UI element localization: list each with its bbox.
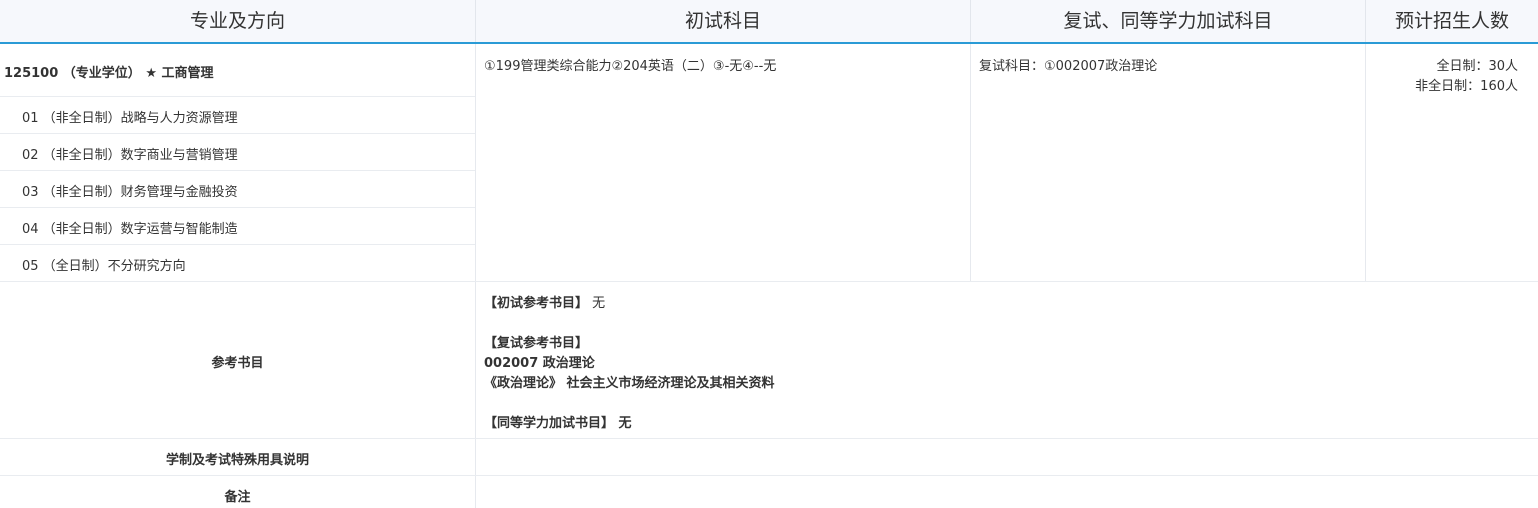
table-header: 专业及方向 初试科目 复试、同等学力加试科目 预计招生人数 xyxy=(0,0,1538,44)
row-divider xyxy=(0,281,1538,282)
enrollment-part-time: 非全日制：160人 xyxy=(1415,79,1518,94)
reference-equiv-value: 无 xyxy=(618,416,632,431)
row-divider xyxy=(0,475,1538,476)
reference-initial-value: 无 xyxy=(592,296,606,311)
direction-item: 02 （非全日制）数字商业与营销管理 xyxy=(22,148,238,163)
reference-re-head: 【复试参考书目】 xyxy=(484,336,589,351)
row-divider xyxy=(0,96,475,97)
program-title: 125100 （专业学位） ★ 工商管理 xyxy=(4,66,214,81)
direction-item: 05 （全日制）不分研究方向 xyxy=(22,259,186,274)
row-divider xyxy=(0,207,475,208)
row-divider xyxy=(0,244,475,245)
reference-re-code: 002007 政治理论 xyxy=(484,356,595,371)
re-exam-subjects: 复试科目：①002007政治理论 xyxy=(979,59,1158,74)
direction-item: 03 （非全日制）财务管理与金融投资 xyxy=(22,185,238,200)
row-divider xyxy=(0,438,1538,439)
row-divider xyxy=(0,170,475,171)
enrollment-full-time: 全日制：30人 xyxy=(1436,59,1518,74)
row-divider xyxy=(0,133,475,134)
header-re-exam: 复试、同等学力加试科目 xyxy=(971,0,1366,42)
initial-subjects: ①199管理类综合能力②204英语（二）③-无④--无 xyxy=(484,59,777,74)
reference-label: 参考书目 xyxy=(211,356,264,371)
schooling-label: 学制及考试特殊用具说明 xyxy=(165,453,309,468)
reference-equiv: 【同等学力加试书目】 无 xyxy=(484,412,632,431)
header-major: 专业及方向 xyxy=(0,0,476,42)
direction-item: 01 （非全日制）战略与人力资源管理 xyxy=(22,111,238,126)
grid-divider xyxy=(1365,44,1366,281)
header-initial-exam: 初试科目 xyxy=(476,0,971,42)
direction-item: 04 （非全日制）数字运营与智能制造 xyxy=(22,222,238,237)
grid-divider xyxy=(970,44,971,281)
reference-initial-head: 【初试参考书目】 xyxy=(484,296,589,311)
reference-initial: 【初试参考书目】 无 xyxy=(484,292,605,311)
reference-re-book: 《政治理论》 社会主义市场经济理论及其相关资料 xyxy=(484,376,775,391)
remarks-label: 备注 xyxy=(224,490,251,505)
header-enrollment: 预计招生人数 xyxy=(1394,10,1509,32)
reference-equiv-head: 【同等学力加试书目】 xyxy=(484,416,615,431)
